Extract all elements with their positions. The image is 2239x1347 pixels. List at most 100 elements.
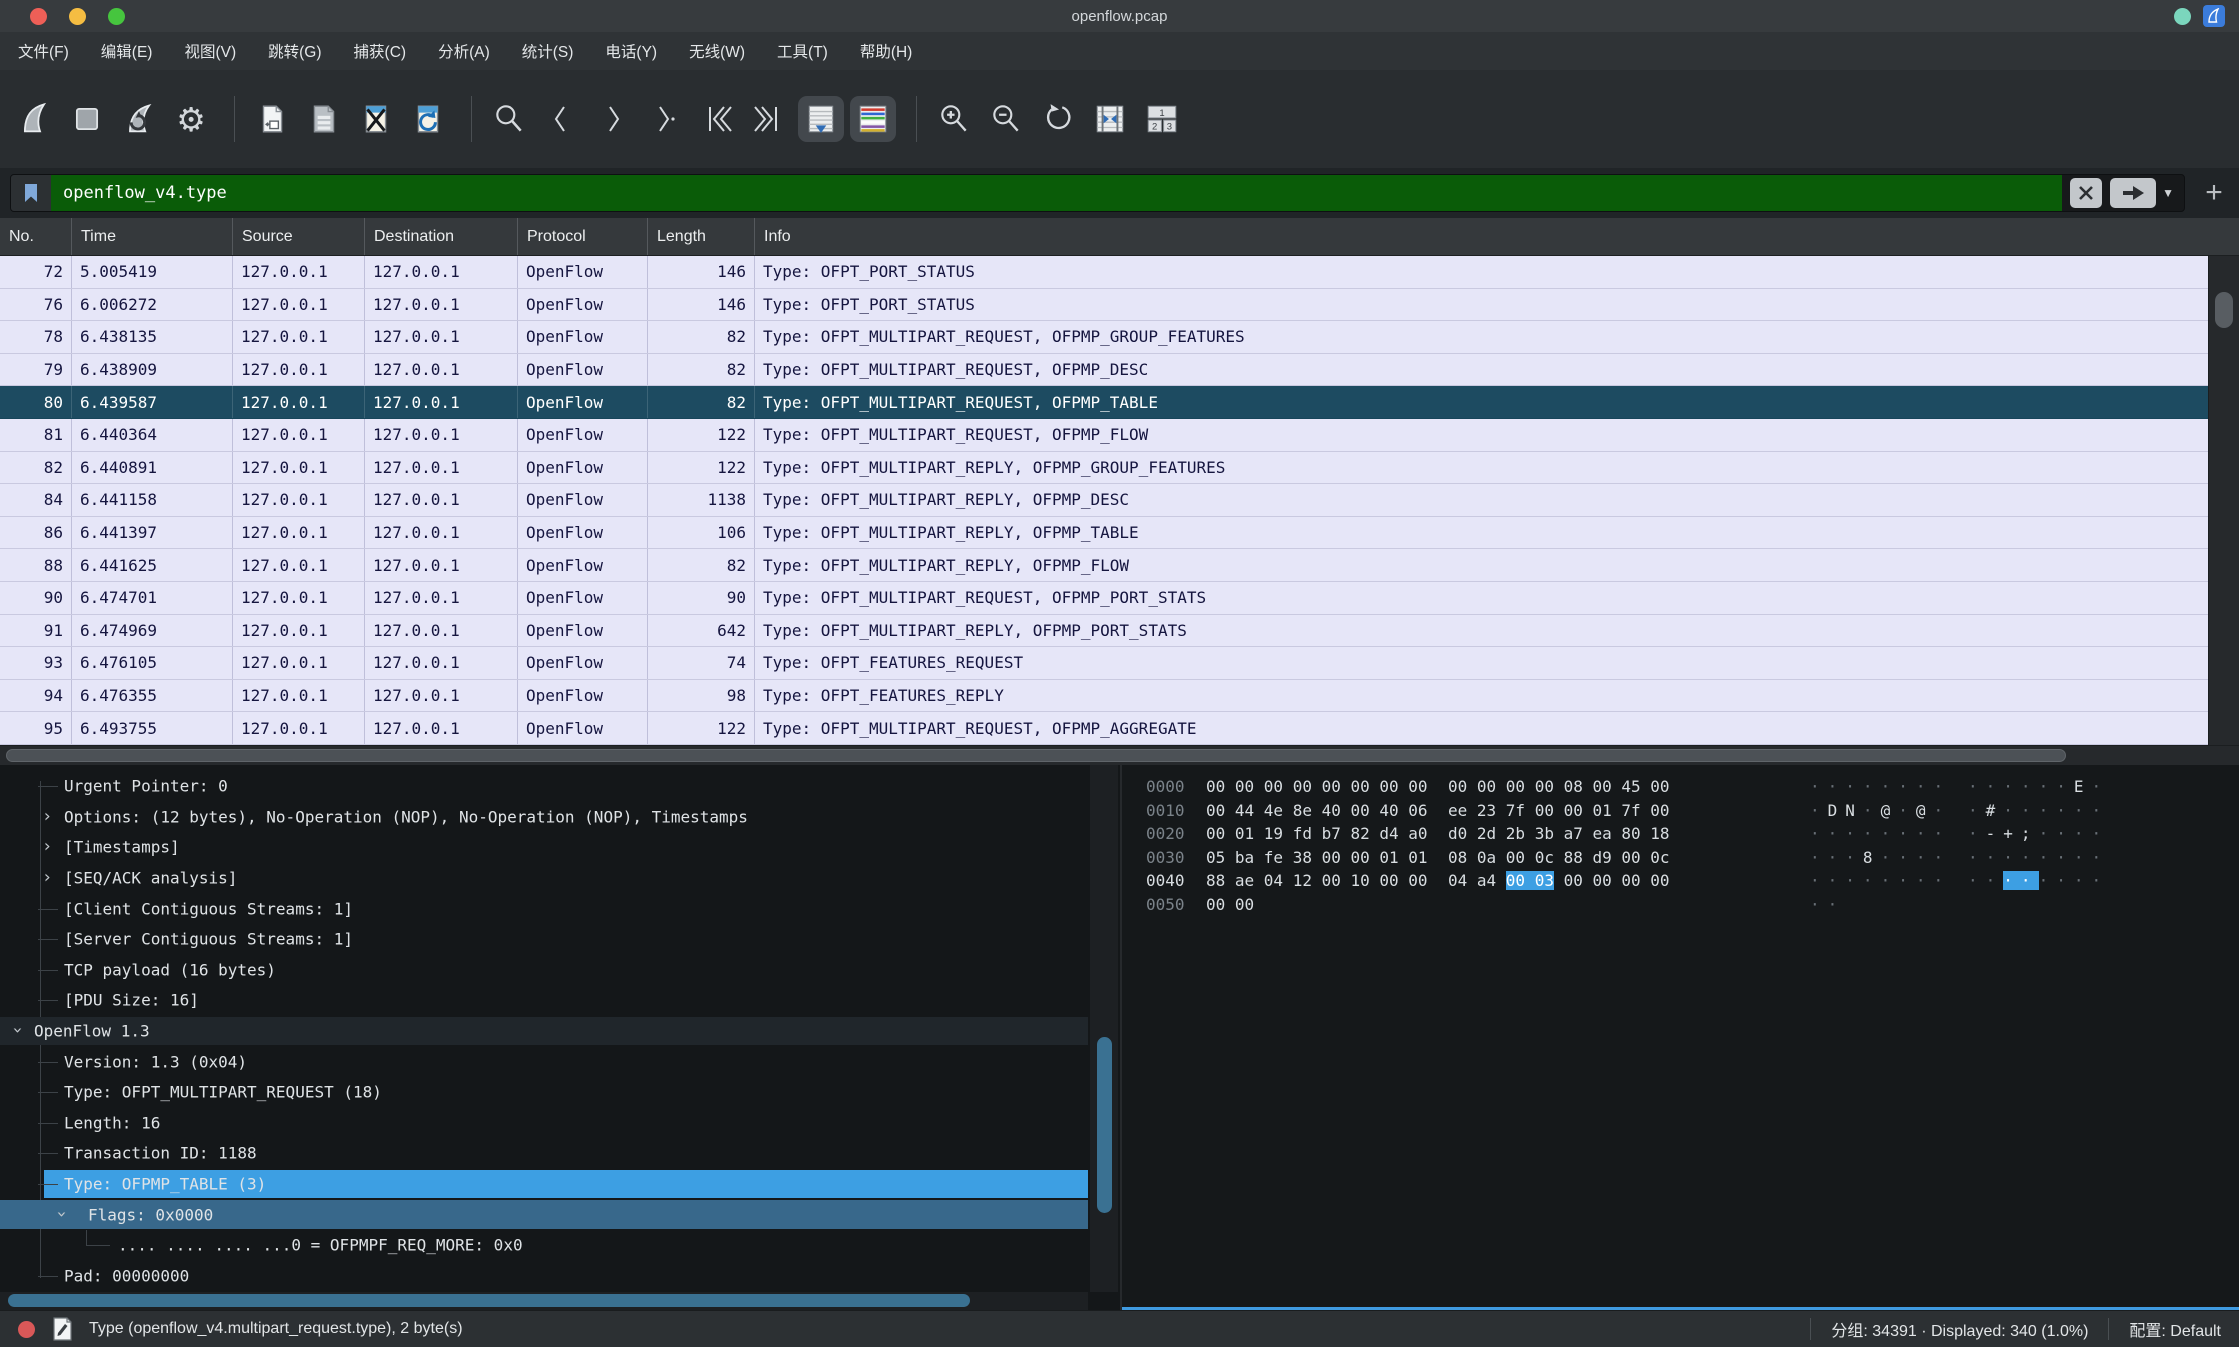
packet-row[interactable]: 766.006272127.0.0.1127.0.0.1OpenFlow146T…: [0, 289, 2208, 322]
filter-dropdown-caret[interactable]: ▼: [2162, 186, 2174, 200]
detail-row[interactable]: Urgent Pointer: 0: [0, 771, 1088, 802]
save-file-button[interactable]: [301, 96, 347, 142]
find-packet-button[interactable]: [486, 96, 532, 142]
packet-row[interactable]: 816.440364127.0.0.1127.0.0.1OpenFlow122T…: [0, 419, 2208, 452]
expand-chevron-icon[interactable]: ›: [42, 870, 52, 887]
resize-columns-button[interactable]: [1087, 96, 1133, 142]
hex-bytes[interactable]: 00 44 4e 8e 40 00 40 06: [1206, 801, 1428, 820]
detail-row[interactable]: ›Flags: 0x0000: [0, 1199, 1088, 1230]
hex-row[interactable]: 003005 ba fe 38 00 00 01 0108 0a 00 0c 8…: [1122, 848, 2239, 872]
scroll-thumb[interactable]: [2215, 292, 2233, 328]
hex-ascii[interactable]: ········: [1810, 871, 1951, 890]
menu-item[interactable]: 帮助(H): [860, 40, 913, 62]
hex-bytes[interactable]: 88 ae 04 12 00 10 00 00: [1206, 871, 1428, 890]
detail-row[interactable]: Version: 1.3 (0x04): [0, 1046, 1088, 1077]
detail-hscrollbar[interactable]: [0, 1292, 1088, 1310]
expert-info-icon[interactable]: [18, 1321, 35, 1338]
packet-row[interactable]: 725.005419127.0.0.1127.0.0.1OpenFlow146T…: [0, 256, 2208, 289]
capture-comment-icon[interactable]: [51, 1317, 73, 1341]
detail-row[interactable]: [Client Contiguous Streams: 1]: [0, 893, 1088, 924]
zoom-reset-button[interactable]: [1035, 96, 1081, 142]
detail-vscrollbar[interactable]: [1090, 765, 1118, 1292]
restart-capture-button[interactable]: [116, 96, 162, 142]
packet-row[interactable]: 796.438909127.0.0.1127.0.0.1OpenFlow82Ty…: [0, 354, 2208, 387]
hex-ascii[interactable]: ··: [1810, 895, 1845, 914]
start-capture-button[interactable]: [12, 96, 58, 142]
filter-apply-button[interactable]: [2110, 178, 2156, 208]
packet-row[interactable]: 906.474701127.0.0.1127.0.0.1OpenFlow90Ty…: [0, 582, 2208, 615]
hex-bytes[interactable]: 05 ba fe 38 00 00 01 01: [1206, 848, 1428, 867]
detail-row[interactable]: TCP payload (16 bytes): [0, 955, 1088, 986]
packet-list-vscrollbar[interactable]: [2208, 256, 2239, 745]
scroll-thumb[interactable]: [6, 749, 2066, 762]
column-header[interactable]: Source: [233, 218, 365, 255]
close-file-button[interactable]: [353, 96, 399, 142]
detail-row[interactable]: Type: OFPT_MULTIPART_REQUEST (18): [0, 1077, 1088, 1108]
hex-bytes[interactable]: 00 01 19 fd b7 82 d4 a0: [1206, 824, 1428, 843]
hex-ascii[interactable]: ········: [1968, 871, 2109, 890]
hex-ascii[interactable]: ·#······: [1968, 801, 2109, 820]
hex-row[interactable]: 004088 ae 04 12 00 10 00 0004 a4 00 03 0…: [1122, 871, 2239, 895]
column-header[interactable]: Time: [72, 218, 233, 255]
display-filter-input[interactable]: openflow_v4.type: [51, 175, 2062, 211]
reload-file-button[interactable]: [405, 96, 451, 142]
menu-item[interactable]: 工具(T): [777, 40, 828, 62]
hex-row[interactable]: 002000 01 19 fd b7 82 d4 a0d0 2d 2b 3b a…: [1122, 824, 2239, 848]
menu-item[interactable]: 无线(W): [689, 40, 745, 62]
packet-row[interactable]: 866.441397127.0.0.1127.0.0.1OpenFlow106T…: [0, 517, 2208, 550]
hex-row[interactable]: 005000 00··: [1122, 895, 2239, 919]
filter-clear-button[interactable]: [2070, 178, 2102, 208]
hex-bytes[interactable]: 04 a4 00 03 00 00 00 00: [1448, 871, 1670, 890]
menu-item[interactable]: 视图(V): [184, 40, 236, 62]
menu-item[interactable]: 分析(A): [438, 40, 490, 62]
packet-row[interactable]: 956.493755127.0.0.1127.0.0.1OpenFlow122T…: [0, 712, 2208, 745]
detail-row[interactable]: Pad: 00000000: [0, 1261, 1088, 1292]
detail-row[interactable]: [Server Contiguous Streams: 1]: [0, 924, 1088, 955]
detail-row[interactable]: .... .... .... ...0 = OFPMPF_REQ_MORE: 0…: [0, 1230, 1088, 1261]
collapse-chevron-icon[interactable]: ›: [9, 1025, 26, 1035]
hex-bytes[interactable]: 00 00 00 00 00 00 00 00: [1206, 777, 1428, 796]
column-header[interactable]: Length: [648, 218, 755, 255]
detail-row[interactable]: Transaction ID: 1188: [0, 1138, 1088, 1169]
detail-row[interactable]: Length: 16: [0, 1108, 1088, 1139]
hex-ascii[interactable]: ········: [1968, 848, 2109, 867]
zoom-out-button[interactable]: [983, 96, 1029, 142]
hex-ascii[interactable]: ········: [1810, 824, 1951, 843]
scroll-thumb[interactable]: [1097, 1037, 1112, 1213]
menu-item[interactable]: 编辑(E): [101, 40, 153, 62]
hex-row[interactable]: 001000 44 4e 8e 40 00 40 06ee 23 7f 00 0…: [1122, 801, 2239, 825]
packet-row[interactable]: 916.474969127.0.0.1127.0.0.1OpenFlow642T…: [0, 615, 2208, 648]
hex-bytes[interactable]: 00 00 00 00 08 00 45 00: [1448, 777, 1670, 796]
hex-ascii[interactable]: ·DN·@·@·: [1810, 801, 1951, 820]
menu-item[interactable]: 文件(F): [18, 40, 69, 62]
packet-row[interactable]: 806.439587127.0.0.1127.0.0.1OpenFlow82Ty…: [0, 386, 2208, 419]
layout-button[interactable]: 1 2 3: [1139, 96, 1185, 142]
go-to-packet-button[interactable]: [642, 96, 688, 142]
collapse-chevron-icon[interactable]: ›: [53, 1209, 70, 1219]
auto-scroll-button[interactable]: [798, 96, 844, 142]
detail-row[interactable]: ›OpenFlow 1.3: [0, 1016, 1088, 1047]
scroll-thumb[interactable]: [8, 1294, 970, 1307]
hex-ascii[interactable]: ·-+;····: [1968, 824, 2109, 843]
filter-add-button[interactable]: +: [2199, 178, 2229, 208]
colorize-button[interactable]: [850, 96, 896, 142]
go-last-button[interactable]: [746, 96, 792, 142]
hex-bytes[interactable]: ee 23 7f 00 00 01 7f 00: [1448, 801, 1670, 820]
hex-ascii[interactable]: ···8····: [1810, 848, 1951, 867]
expand-chevron-icon[interactable]: ›: [42, 808, 52, 825]
detail-row[interactable]: ›[SEQ/ACK analysis]: [0, 863, 1088, 894]
hex-ascii[interactable]: ········: [1810, 777, 1951, 796]
menu-item[interactable]: 统计(S): [522, 40, 574, 62]
column-header[interactable]: No.: [0, 218, 72, 255]
packet-row[interactable]: 946.476355127.0.0.1127.0.0.1OpenFlow98Ty…: [0, 680, 2208, 713]
column-header[interactable]: Protocol: [518, 218, 648, 255]
packet-row[interactable]: 786.438135127.0.0.1127.0.0.1OpenFlow82Ty…: [0, 321, 2208, 354]
packet-list-hscrollbar[interactable]: [0, 745, 2239, 765]
menu-item[interactable]: 捕获(C): [354, 40, 407, 62]
packet-row[interactable]: 886.441625127.0.0.1127.0.0.1OpenFlow82Ty…: [0, 549, 2208, 582]
go-first-button[interactable]: [694, 96, 740, 142]
packet-row[interactable]: 846.441158127.0.0.1127.0.0.1OpenFlow1138…: [0, 484, 2208, 517]
packet-row[interactable]: 826.440891127.0.0.1127.0.0.1OpenFlow122T…: [0, 452, 2208, 485]
detail-row[interactable]: ›Options: (12 bytes), No-Operation (NOP)…: [0, 802, 1088, 833]
menu-item[interactable]: 跳转(G): [268, 40, 321, 62]
